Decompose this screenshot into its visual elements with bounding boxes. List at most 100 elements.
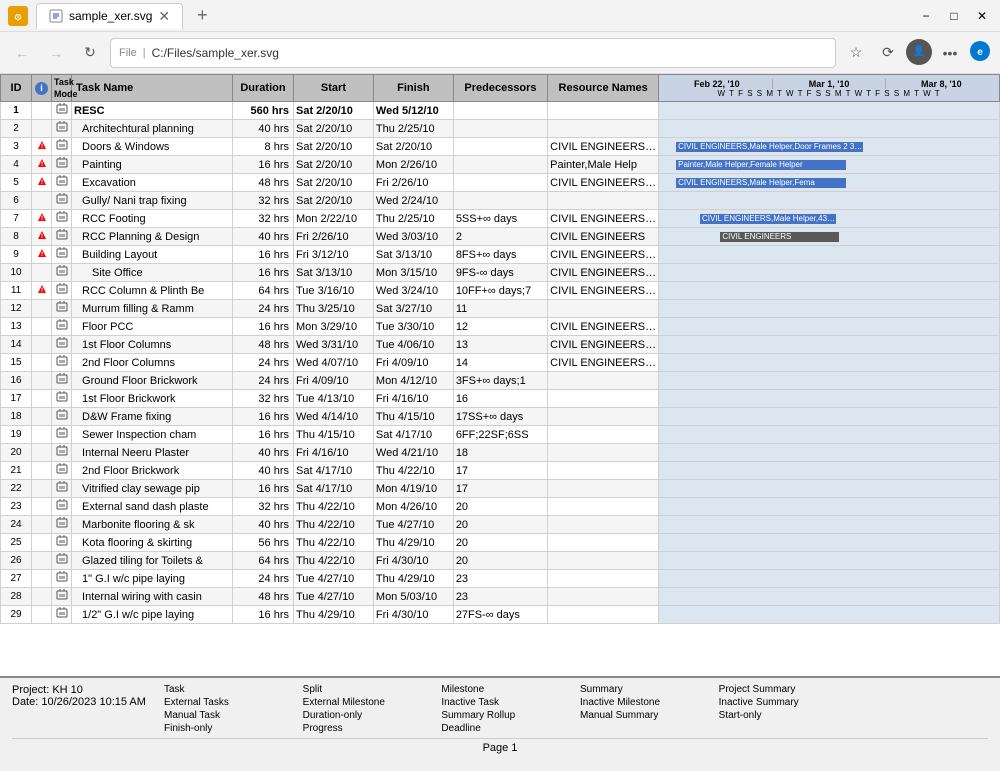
- cell-start: Tue 3/16/10: [294, 282, 374, 300]
- cell-predecessors: [453, 174, 547, 192]
- close-button[interactable]: ✕: [972, 6, 992, 26]
- gantt-chart-header: Feb 22, '10 Mar 1, '10 Mar 8, '10 W T F …: [659, 75, 1000, 102]
- cell-predecessors: 9FS-∞ days: [453, 264, 547, 282]
- table-row: 23 External sand dash plaste 32 hrs Thu …: [1, 498, 1000, 516]
- cell-duration: 560 hrs: [232, 102, 293, 120]
- cell-duration: 16 hrs: [232, 318, 293, 336]
- cell-resources: CIVIL ENGINEERS,M: [548, 264, 659, 282]
- cell-id: 20: [1, 444, 32, 462]
- cell-resources: [548, 516, 659, 534]
- table-row: 22 Vitrified clay sewage pip 16 hrs Sat …: [1, 480, 1000, 498]
- cell-gantt: CIVIL ENGINEERS,Male Helper,Fema: [659, 174, 1000, 192]
- table-row: 19 Sewer Inspection cham 16 hrs Thu 4/15…: [1, 426, 1000, 444]
- cell-id: 23: [1, 498, 32, 516]
- settings-button[interactable]: •••: [936, 39, 964, 67]
- col-info-header: i: [32, 75, 52, 102]
- date-label: Date: 10/26/2023 10:15 AM: [12, 696, 152, 708]
- url-bar[interactable]: File | C:/Files/sample_xer.svg: [110, 38, 836, 68]
- cell-mode: [52, 120, 72, 138]
- cell-predecessors: 17: [453, 480, 547, 498]
- cell-info: [32, 516, 52, 534]
- cell-id: 4: [1, 156, 32, 174]
- cell-mode: [52, 534, 72, 552]
- back-button[interactable]: ←: [8, 39, 36, 67]
- cell-resources: CIVIL ENGINEERS,M: [548, 210, 659, 228]
- cell-finish: Tue 4/06/10: [373, 336, 453, 354]
- legend-milestone: Milestone: [441, 684, 572, 695]
- svg-text:!: !: [41, 288, 43, 294]
- app-icon: ⊙: [8, 6, 28, 26]
- svg-text:e: e: [977, 47, 983, 58]
- legend-summary: Summary: [580, 684, 711, 695]
- cell-finish: Fri 4/30/10: [373, 606, 453, 624]
- cell-mode: [52, 498, 72, 516]
- cell-predecessors: [453, 138, 547, 156]
- tab-close-button[interactable]: ✕: [158, 8, 170, 25]
- cell-predecessors: 6FF;22SF;6SS: [453, 426, 547, 444]
- cell-resources: [548, 552, 659, 570]
- cell-finish: Mon 5/03/10: [373, 588, 453, 606]
- title-bar-left: ⊙ sample_xer.svg ✕ +: [8, 3, 214, 29]
- cell-finish: Thu 2/25/10: [373, 210, 453, 228]
- cell-resources: [548, 408, 659, 426]
- cell-id: 21: [1, 462, 32, 480]
- cell-finish: Mon 4/12/10: [373, 372, 453, 390]
- cell-gantt: [659, 462, 1000, 480]
- forward-button[interactable]: →: [42, 39, 70, 67]
- svg-text:!: !: [41, 234, 43, 240]
- cell-id: 6: [1, 192, 32, 210]
- cell-gantt: [659, 120, 1000, 138]
- svg-text:!: !: [41, 162, 43, 168]
- cell-resources: CIVIL ENGINEERS,M: [548, 354, 659, 372]
- cell-mode: [52, 264, 72, 282]
- cell-start: Sat 2/20/10: [294, 156, 374, 174]
- cell-finish: Sat 2/20/10: [373, 138, 453, 156]
- table-row: 6 Gully/ Nani trap fixing 32 hrs Sat 2/2…: [1, 192, 1000, 210]
- tab-icon: [49, 9, 63, 23]
- cell-duration: 32 hrs: [232, 192, 293, 210]
- legend-empty3: [857, 710, 988, 721]
- cell-id: 9: [1, 246, 32, 264]
- cell-gantt: Painter,Male Helper,Female Helper: [659, 156, 1000, 174]
- gantt-bar: CIVIL ENGINEERS,Male Helper,Fema: [676, 178, 846, 188]
- cell-name: Architechtural planning: [72, 120, 233, 138]
- legend-container: Task Split Milestone Summary Project Sum…: [164, 684, 988, 734]
- refresh-icon-button[interactable]: ⟳: [874, 39, 902, 67]
- browser-tab[interactable]: sample_xer.svg ✕: [36, 3, 183, 29]
- cell-id: 27: [1, 570, 32, 588]
- cell-info: !: [32, 138, 52, 156]
- cell-id: 24: [1, 516, 32, 534]
- maximize-button[interactable]: □: [944, 6, 964, 26]
- cell-gantt: [659, 318, 1000, 336]
- refresh-button[interactable]: ↻: [76, 39, 104, 67]
- cell-id: 25: [1, 534, 32, 552]
- cell-finish: Wed 4/21/10: [373, 444, 453, 462]
- table-row: 29 1/2" G.I w/c pipe laying 16 hrs Thu 4…: [1, 606, 1000, 624]
- cell-finish: Fri 2/26/10: [373, 174, 453, 192]
- cell-info: [32, 102, 52, 120]
- legend-manual-summary: Manual Summary: [580, 710, 711, 721]
- cell-predecessors: [453, 102, 547, 120]
- minimize-button[interactable]: −: [916, 6, 936, 26]
- date-label-2: Mar 1, '10: [773, 79, 885, 89]
- cell-resources: CIVIL ENGINEERS,M: [548, 138, 659, 156]
- page-indicator: Page 1: [12, 738, 988, 754]
- cell-duration: 24 hrs: [232, 372, 293, 390]
- project-info: Project: KH 10 Date: 10/26/2023 10:15 AM: [12, 684, 152, 708]
- favorites-button[interactable]: ☆: [842, 39, 870, 67]
- cell-start: Sat 3/13/10: [294, 264, 374, 282]
- cell-info: [32, 588, 52, 606]
- cell-predecessors: 12: [453, 318, 547, 336]
- cell-id: 12: [1, 300, 32, 318]
- cell-info: !: [32, 228, 52, 246]
- new-tab-button[interactable]: +: [191, 5, 214, 26]
- cell-resources: [548, 570, 659, 588]
- table-row: 5 ! Excavation 48 hrs Sat 2/20/10 Fri 2/…: [1, 174, 1000, 192]
- footer: Project: KH 10 Date: 10/26/2023 10:15 AM…: [0, 676, 1000, 771]
- toolbar-icons: ☆ ⟳ 👤 ••• e: [842, 39, 992, 67]
- user-avatar[interactable]: 👤: [906, 39, 932, 65]
- cell-start: Sat 4/17/10: [294, 462, 374, 480]
- legend-deadline: Deadline: [441, 723, 572, 734]
- cell-gantt: [659, 606, 1000, 624]
- cell-name: Building Layout: [72, 246, 233, 264]
